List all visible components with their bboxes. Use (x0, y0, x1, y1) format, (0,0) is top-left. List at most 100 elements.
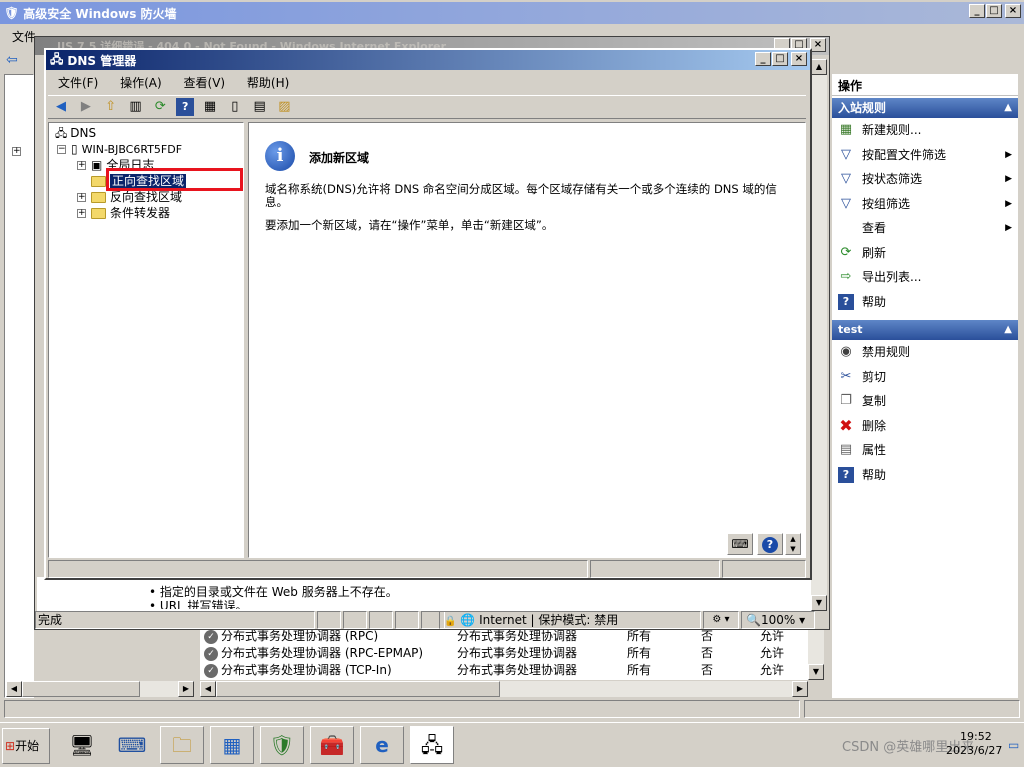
ie-status-text: 完成 (35, 611, 315, 629)
action-copy[interactable]: ❐ 复制 (832, 389, 1018, 414)
action-help[interactable]: ? 帮助 (832, 290, 1018, 315)
action-disable-rule[interactable]: ◉ 禁用规则 (832, 340, 1018, 365)
log-folder-icon: ▣ (91, 158, 103, 172)
help-button[interactable]: ? (757, 533, 783, 555)
help-icon[interactable]: ? (176, 98, 195, 116)
dns-window: 🖧 DNS 管理器 _ □ × 文件(F) 操作(A) 查看(V) 帮助(H) … (44, 48, 812, 580)
keyboard-button[interactable]: ⌨ (727, 533, 753, 555)
show-desktop-icon[interactable]: ▭ (1008, 738, 1019, 752)
tree-node-conditional-forwarders[interactable]: + 条件转发器 (77, 205, 170, 221)
dns-close-button[interactable]: × (791, 52, 807, 66)
firewall-title: 高级安全 Windows 防火墙 (23, 6, 177, 21)
collapse-icon[interactable]: − (57, 145, 66, 154)
keyboard-icon: ⌨ (731, 537, 749, 551)
table-row[interactable]: ✓ 分布式事务处理协调器 (RPC) 分布式事务处理协调器 所有 否 允许 (204, 628, 804, 645)
new-zone-icon[interactable]: ▨ (275, 98, 293, 116)
firewall-statusbar-right (804, 700, 1020, 718)
firewall-menu-file[interactable]: 文件 (12, 30, 36, 44)
dns-titlebar: 🖧 DNS 管理器 _ □ × (46, 50, 810, 70)
back-icon[interactable]: ◀ (52, 98, 70, 116)
disabled-rule-icon: ✓ (204, 629, 218, 644)
actions-pane: 操作 入站规则 ▲ ▦ 新建规则... ▽ 按配置文件筛选 ▶ ▽ 按状态筛选 ▶ ▽ 按组… (832, 74, 1018, 698)
server-icon: ▯ (71, 142, 78, 156)
show-hide-tree-icon[interactable]: ▥ (126, 98, 144, 116)
list-icon[interactable]: ▤ (251, 98, 269, 116)
action-export-list[interactable]: ⇨ 导出列表... (832, 265, 1018, 290)
globe-icon: 🌐 (460, 613, 476, 627)
clock-time[interactable]: 19:52 (960, 730, 992, 743)
taskbar-control-panel[interactable]: ▦ (210, 726, 254, 764)
action-refresh[interactable]: ⟳ 刷新 (832, 241, 1018, 266)
action-cut[interactable]: ✂ 剪切 (832, 365, 1018, 390)
dns-minimize-button[interactable]: _ (755, 52, 771, 66)
dns-content-vscroll[interactable] (789, 123, 805, 557)
table-row[interactable]: ✓ 分布式事务处理协调器 (TCP-In) 分布式事务处理协调器 所有 否 允许 (204, 662, 804, 679)
firewall-maximize-button[interactable]: □ (986, 4, 1002, 18)
ie-vscroll[interactable]: ▲ ▼ (811, 59, 827, 611)
firewall-grid-hscroll[interactable]: ◀ ▶ (200, 681, 808, 697)
dns-menu-file[interactable]: 文件(F) (58, 76, 98, 90)
up-folder-icon[interactable]: ⇧ (102, 98, 120, 116)
info-icon: i (265, 141, 295, 171)
action-help-2[interactable]: ? 帮助 (832, 463, 1018, 488)
taskbar-explorer[interactable]: 🗀 (160, 726, 204, 764)
ie-close-button[interactable]: × (810, 38, 826, 52)
properties-icon[interactable]: ▦ (201, 98, 219, 116)
taskbar-powershell[interactable]: ⌨ (110, 726, 154, 764)
expand-icon[interactable]: + (77, 209, 86, 218)
ie-status-zoom[interactable]: 🔍100% ▾ (741, 611, 815, 629)
security-lock-icon: 🔒 (444, 616, 457, 627)
action-filter-group[interactable]: ▽ 按组筛选 ▶ (832, 192, 1018, 217)
actions-section-test[interactable]: test ▲ (832, 320, 1018, 340)
dns-menu-help[interactable]: 帮助(H) (247, 76, 289, 90)
expand-icon[interactable]: + (77, 193, 86, 202)
dns-root-icon: 🖧 (55, 127, 68, 140)
spin-button[interactable]: ▲ ▼ (785, 533, 801, 555)
ie-status-protect[interactable]: ⚙ ▾ (703, 611, 739, 629)
taskbar-ie[interactable]: e (360, 726, 404, 764)
tree-node-reverse-lookup[interactable]: + 反向查找区域 (77, 189, 182, 205)
firewall-tree-hscroll[interactable]: ◀ ▶ (6, 681, 194, 697)
firewall-tree-expand[interactable]: + (12, 144, 26, 158)
action-filter-state[interactable]: ▽ 按状态筛选 ▶ (832, 167, 1018, 192)
actions-section-inbound[interactable]: 入站规则 ▲ (832, 98, 1018, 118)
server-icon[interactable]: ▯ (226, 98, 244, 116)
disable-icon: ◉ (840, 344, 852, 359)
content-para-2: 要添加一个新区域，请在“操作”菜单，单击“新建区域”。 (265, 218, 554, 232)
dns-tree-pane: 🖧 DNS − ▯ WIN-BJBC6RT5FDF + ▣ 全局日志 正向查找区域 + 反向… (48, 122, 244, 558)
action-delete[interactable]: ✖ 删除 (832, 414, 1018, 439)
forward-icon[interactable]: ▶ (77, 98, 95, 116)
action-properties[interactable]: ▤ 属性 (832, 438, 1018, 463)
action-view[interactable]: 查看 ▶ (832, 216, 1018, 241)
firewall-minimize-button[interactable]: _ (969, 4, 985, 18)
actions-list-inbound: ▦ 新建规则... ▽ 按配置文件筛选 ▶ ▽ 按状态筛选 ▶ ▽ 按组筛选 ▶ 查看 ▶ ⟳ 刷… (832, 118, 1018, 314)
tree-node-dns-root[interactable]: 🖧 DNS (55, 125, 96, 141)
windows-logo-icon: ⊞ (5, 739, 16, 753)
dns-menu-view[interactable]: 查看(V) (184, 76, 226, 90)
table-row[interactable]: ✓ 分布式事务处理协调器 (RPC-EPMAP) 分布式事务处理协调器 所有 否 … (204, 645, 804, 662)
collapse-icon[interactable]: ▲ (1004, 98, 1012, 118)
firewall-back-button[interactable]: ⇦ (6, 52, 18, 68)
firewall-grid-vscroll[interactable]: ▼ (808, 628, 824, 680)
tree-node-server[interactable]: − ▯ WIN-BJBC6RT5FDF (57, 141, 182, 157)
taskbar-server-manager[interactable]: 🖥 (60, 726, 104, 764)
expand-icon[interactable]: + (77, 161, 86, 170)
dns-menu-action[interactable]: 操作(A) (120, 76, 162, 90)
submenu-arrow-icon: ▶ (1005, 174, 1012, 184)
actions-header: 操作 (832, 74, 1018, 96)
ie-status-zone[interactable]: 🔒 🌐 Internet | 保护模式: 禁用 (439, 611, 701, 629)
new-rule-icon: ▦ (839, 122, 853, 137)
start-button[interactable]: ⊞开始 (2, 728, 50, 764)
dns-maximize-button[interactable]: □ (772, 52, 788, 66)
collapse-icon[interactable]: ▲ (1004, 320, 1012, 340)
filter-icon: ▽ (841, 195, 851, 211)
taskbar-dns[interactable]: 🖧 (410, 726, 454, 764)
action-filter-profile[interactable]: ▽ 按配置文件筛选 ▶ (832, 143, 1018, 168)
clock-date[interactable]: 2023/6/27 (946, 744, 1002, 757)
taskbar-firewall[interactable]: 🛡 (260, 726, 304, 764)
action-new-rule[interactable]: ▦ 新建规则... (832, 118, 1018, 143)
firewall-close-button[interactable]: × (1005, 4, 1021, 18)
firewall-statusbar (4, 700, 800, 718)
refresh-icon[interactable]: ⟳ (151, 98, 169, 116)
taskbar-toolbox[interactable]: 🧰 (310, 726, 354, 764)
